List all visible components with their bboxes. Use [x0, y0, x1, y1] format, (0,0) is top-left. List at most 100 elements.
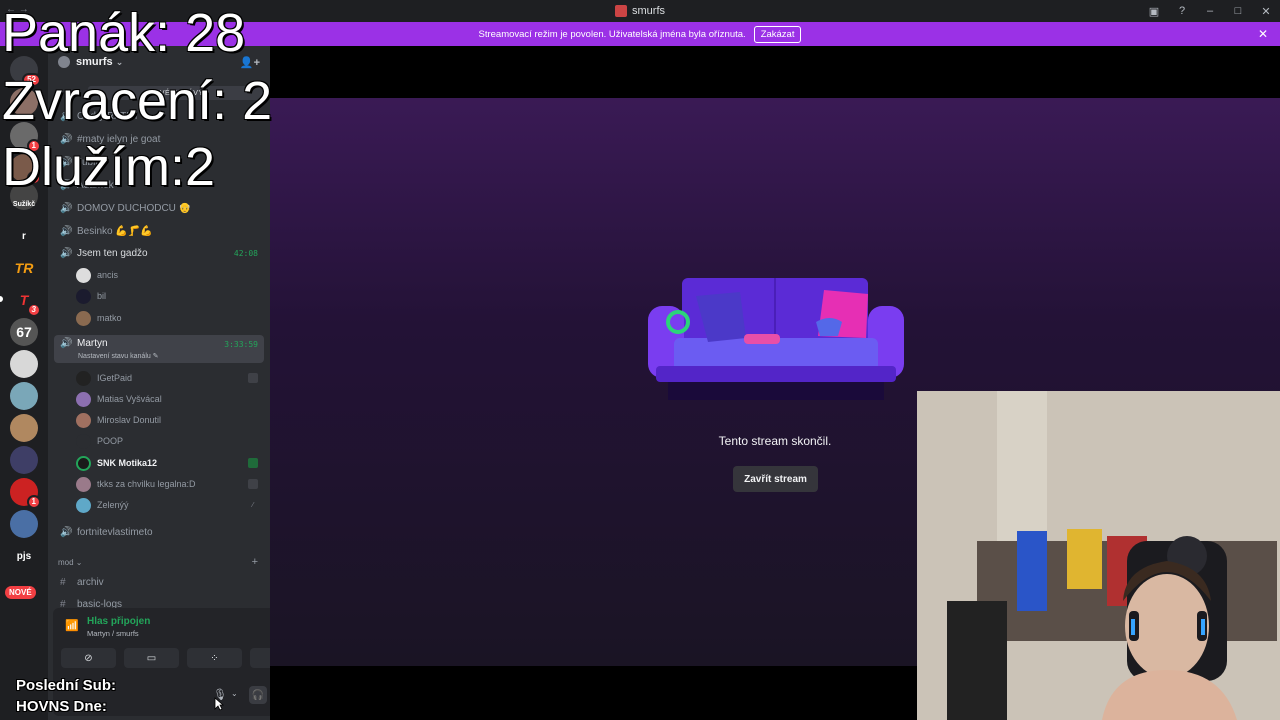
maximize-button[interactable]: □ [1224, 0, 1252, 22]
overlay-counter-dluzim: Dlužím:2 [2, 137, 216, 197]
user-name: Matias Vyšvácal [97, 394, 162, 404]
channel-name: Besinko 💪🦵💪 [77, 225, 153, 237]
guild-icon-tr[interactable]: TR [10, 254, 38, 282]
window-title: smurfs [632, 5, 665, 17]
voice-user[interactable]: tkks za chvilku legalna:D [76, 474, 264, 494]
speaker-icon: 🔊 [60, 338, 73, 349]
voice-user[interactable]: IGetPaid [76, 368, 264, 388]
close-window-button[interactable]: ✕ [1252, 0, 1280, 22]
user-name: IGetPaid [97, 373, 133, 383]
guild-icon-67[interactable]: 67 [10, 318, 38, 346]
guild-icon-t[interactable]: T3 [10, 286, 41, 317]
voice-channel[interactable]: 🔊 DOMOV DUCHODCU 👴 [54, 198, 264, 218]
guild-icon-10[interactable]: 1 [10, 478, 41, 509]
camera-button[interactable]: ⊘ [61, 648, 116, 668]
guild-icon-8[interactable] [10, 414, 38, 442]
webcam-feed [917, 391, 1280, 720]
avatar [76, 310, 91, 326]
add-channel-icon[interactable]: + [252, 556, 258, 568]
couch-illustration [648, 278, 904, 400]
avatar [76, 455, 91, 471]
status-icon [248, 479, 258, 489]
overlay-last-sub: Poslední Sub: [16, 677, 117, 694]
avatar [76, 412, 91, 428]
minimize-button[interactable]: – [1196, 0, 1224, 22]
voice-status[interactable]: Hlas připojen [87, 616, 150, 627]
channel-name: archiv [77, 576, 104, 588]
voice-user[interactable]: POOP [76, 431, 264, 451]
voice-user[interactable]: matko [76, 308, 264, 328]
unread-indicator [0, 296, 3, 302]
voice-location: Martyn / smurfs [87, 629, 139, 638]
close-stream-button[interactable]: Zavřít stream [733, 466, 818, 492]
signal-icon[interactable]: 📶 [65, 619, 79, 632]
voice-channel[interactable]: 🔊 fortnitevlastimeto [54, 522, 264, 542]
channel-name: fortnitevlastimeto [77, 526, 153, 538]
guild-badge: 1 [26, 495, 41, 509]
help-icon[interactable]: ? [1168, 0, 1196, 22]
activities-button[interactable]: ⁘ [187, 648, 242, 668]
avatar [76, 476, 91, 492]
hash-icon: # [60, 576, 66, 588]
voice-user[interactable]: bil [76, 286, 264, 306]
headset-icon[interactable]: 🎧 [249, 686, 267, 704]
channel-name: Jsem ten gadžo [77, 247, 148, 259]
close-banner-icon[interactable]: ✕ [1258, 27, 1268, 41]
guild-icon-7[interactable] [10, 382, 38, 410]
stream-ended-message: Tento stream skončil. [718, 434, 832, 448]
streaming-icon [248, 458, 258, 468]
chevron-down-icon[interactable]: ⌄ [231, 689, 238, 698]
voice-channel[interactable]: 🔊 Besinko 💪🦵💪 [54, 221, 264, 241]
user-name: Miroslav Donutil [97, 415, 162, 425]
guild-badge: 3 [26, 303, 41, 317]
mouse-cursor-icon [214, 697, 224, 711]
guild-icon-6[interactable] [10, 350, 38, 378]
guild-icon-9[interactable] [10, 446, 38, 474]
guild-icon-r[interactable]: r [10, 222, 38, 250]
text-channel[interactable]: # archiv [54, 572, 264, 592]
user-name: matko [97, 313, 122, 323]
speaker-icon: 🔊 [60, 202, 73, 214]
speaker-icon: 🔊 [60, 526, 73, 538]
avatar [76, 433, 91, 449]
overlay-counter-panak: Panák: 28 [2, 3, 246, 63]
voice-user[interactable]: Matias Vyšvácal [76, 389, 264, 409]
new-messages-pill[interactable]: NOVÉ [5, 586, 36, 599]
voice-user[interactable]: Miroslav Donutil [76, 410, 264, 430]
guild-icon-pjs[interactable]: pjs [10, 542, 38, 570]
avatar [76, 267, 91, 283]
stream-header [270, 46, 1280, 98]
avatar [76, 288, 91, 304]
voice-timer: 3:33:59 [224, 340, 258, 349]
inbox-icon[interactable]: ▣ [1140, 0, 1168, 22]
voice-channel-active[interactable]: 🔊 Jsem ten gadžo 42:08 [54, 243, 264, 263]
guild-icon-11[interactable] [10, 510, 38, 538]
avatar [76, 391, 91, 407]
speaker-icon: 🔊 [60, 225, 73, 237]
voice-timer: 42:08 [233, 248, 258, 258]
user-name: tkks za chvilku legalna:D [97, 479, 196, 489]
avatar [76, 370, 91, 386]
webcam-scene [917, 391, 1280, 720]
banner-text: Streamovací režim je povolen. Uživatelsk… [478, 28, 746, 40]
deafened-icon: ⁄ [252, 501, 254, 509]
voice-user[interactable]: ancis [76, 265, 264, 285]
voice-user[interactable]: SNK Motika12 [76, 453, 264, 473]
user-name: bil [97, 291, 107, 301]
channel-status-setting[interactable]: Nastavení stavu kanálu ✎ [78, 352, 159, 360]
channel-name: Martyn [77, 338, 108, 349]
voice-user[interactable]: Zelenýý ⁄ [76, 495, 264, 515]
voice-channel-current[interactable]: 🔊 Martyn 3:33:59 Nastavení stavu kanálu … [54, 335, 264, 363]
status-icon [248, 373, 258, 383]
screenshare-button[interactable]: ▭ [124, 648, 179, 668]
user-name: Zelenýý [97, 500, 129, 510]
user-name: POOP [97, 436, 124, 446]
category-header[interactable]: mod ⌄ [58, 558, 83, 567]
user-name: ancis [97, 270, 119, 280]
overlay-hovns: HOVNS Dne: [16, 698, 107, 715]
channel-name: DOMOV DUCHODCU 👴 [77, 202, 192, 214]
avatar [76, 497, 91, 513]
disable-streamer-mode-button[interactable]: Zakázat [753, 25, 802, 43]
user-name: SNK Motika12 [97, 458, 158, 468]
speaker-icon: 🔊 [60, 247, 73, 259]
